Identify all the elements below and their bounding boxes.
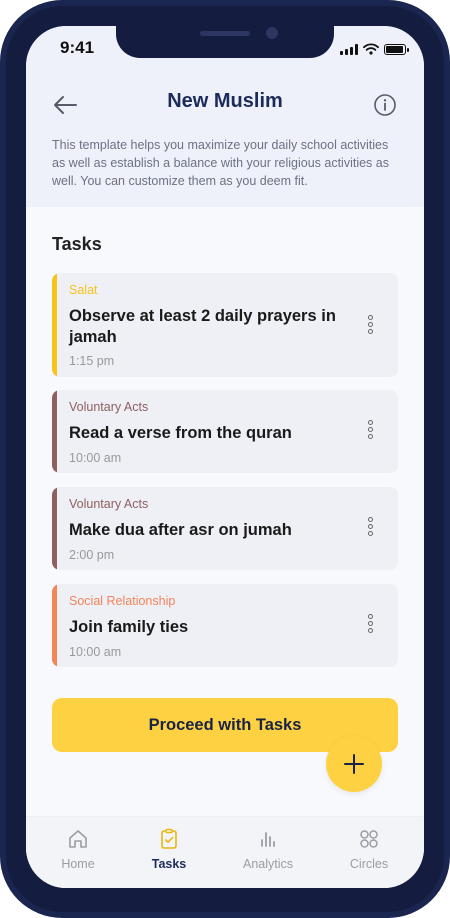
task-category: Voluntary Acts <box>69 497 149 511</box>
nav-home[interactable]: Home <box>38 827 118 871</box>
more-options-icon[interactable] <box>366 517 374 541</box>
section-title: Tasks <box>52 234 102 254</box>
task-accent-bar <box>52 273 57 377</box>
task-time: 10:00 am <box>69 451 122 465</box>
home-icon <box>69 830 87 848</box>
circles-grid-icon <box>360 830 378 848</box>
nav-label: Circles <box>349 857 389 871</box>
wifi-icon <box>363 43 379 55</box>
task-title: Make dua after asr on jumah <box>69 521 292 539</box>
nav-circles[interactable]: Circles <box>329 827 409 871</box>
front-camera <box>266 27 278 39</box>
more-options-icon[interactable] <box>366 420 374 444</box>
task-accent-bar <box>52 487 57 570</box>
task-title: Join family ties <box>69 618 189 636</box>
more-options-icon[interactable] <box>366 614 374 638</box>
nav-label: Home <box>61 857 95 871</box>
status-icons <box>340 42 409 56</box>
task-card[interactable]: Salat Observe at least 2 daily prayers i… <box>52 273 398 377</box>
nav-label: Analytics <box>242 857 294 871</box>
info-icon[interactable] <box>373 93 397 117</box>
page-title: New Muslim <box>167 90 283 112</box>
clipboard-check-icon <box>161 828 177 849</box>
task-accent-bar <box>52 584 57 667</box>
add-task-button[interactable] <box>326 736 382 792</box>
nav-label: Tasks <box>151 857 187 871</box>
nav-analytics[interactable]: Analytics <box>228 827 308 871</box>
task-time: 1:15 pm <box>69 354 115 368</box>
more-options-icon[interactable] <box>366 315 374 339</box>
task-category: Social Relationship <box>69 594 176 608</box>
template-description: This template helps you maximize your da… <box>52 138 389 188</box>
battery-icon <box>384 43 409 55</box>
task-time: 10:00 am <box>69 645 122 659</box>
bottom-nav: Home Tasks Analytics Circles <box>26 816 424 888</box>
task-card[interactable]: Social Relationship Join family ties 10:… <box>52 584 398 667</box>
task-title: Read a verse from the quran <box>69 424 292 442</box>
task-accent-bar <box>52 390 57 473</box>
status-time: 9:41 <box>60 38 95 57</box>
task-category: Voluntary Acts <box>69 400 149 414</box>
task-card[interactable]: Voluntary Acts Make dua after asr on jum… <box>52 487 398 570</box>
nav-tasks[interactable]: Tasks <box>129 827 209 871</box>
task-time: 2:00 pm <box>69 548 115 562</box>
notch <box>116 26 334 58</box>
bar-chart-icon <box>261 832 275 847</box>
task-card[interactable]: Voluntary Acts Read a verse from the qur… <box>52 390 398 473</box>
task-category: Salat <box>69 283 98 297</box>
speaker-grille <box>200 31 250 36</box>
plus-icon <box>344 754 364 774</box>
signal-icon <box>340 43 358 55</box>
app-screen: 9:41 New Muslim This template helps you … <box>26 26 424 888</box>
task-title: Observe at least 2 daily prayers in jama… <box>69 307 336 346</box>
